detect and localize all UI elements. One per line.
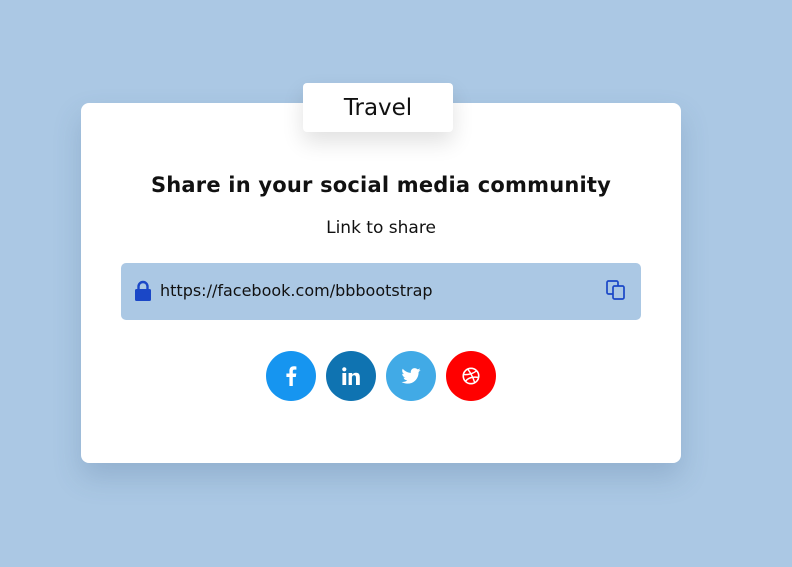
share-link-field[interactable]: https://facebook.com/bbbootstrap: [121, 263, 641, 320]
facebook-icon: [285, 366, 297, 386]
share-subtitle: Link to share: [326, 218, 436, 238]
twitter-icon: [401, 368, 421, 384]
copy-icon[interactable]: [605, 279, 627, 301]
share-title: Share in your social media community: [150, 173, 612, 197]
category-tab-label: Travel: [343, 94, 413, 121]
dribbble-icon: [462, 367, 480, 385]
linkedin-icon: [342, 367, 360, 385]
twitter-button[interactable]: [386, 351, 436, 401]
share-link-value[interactable]: https://facebook.com/bbbootstrap: [160, 280, 433, 302]
social-buttons: [266, 351, 506, 401]
dribbble-button[interactable]: [446, 351, 496, 401]
lock-icon: [134, 280, 152, 302]
facebook-button[interactable]: [266, 351, 316, 401]
linkedin-button[interactable]: [326, 351, 376, 401]
category-tab: Travel: [303, 83, 453, 132]
